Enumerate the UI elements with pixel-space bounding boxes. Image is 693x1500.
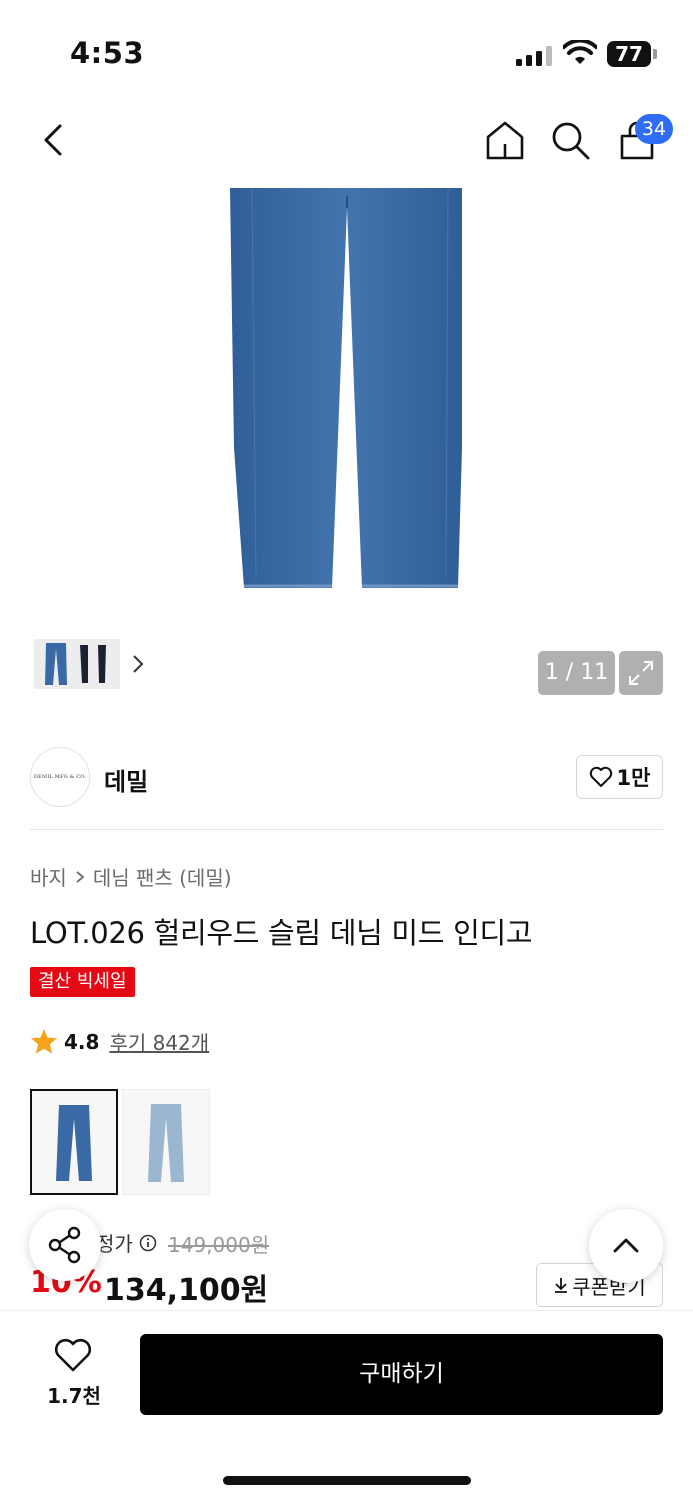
status-time: 4:53 [70, 36, 145, 70]
search-icon[interactable] [548, 118, 592, 162]
image-counter: 1 / 11 [538, 651, 615, 695]
thumbnail-2[interactable] [76, 639, 120, 689]
buy-button[interactable]: 구매하기 [140, 1334, 663, 1415]
gallery-thumbnail-strip[interactable] [30, 633, 152, 695]
heart-outline-icon [54, 1338, 92, 1372]
sale-price: 134,100원 [104, 1273, 269, 1308]
chevron-up-icon [613, 1238, 639, 1253]
brand-like-button[interactable]: 1만 [576, 755, 663, 799]
breadcrumb: 바지 데님 팬츠 (데밀) [30, 862, 232, 891]
breadcrumb-category[interactable]: 바지 [30, 862, 67, 891]
breadcrumb-subcategory[interactable]: 데님 팬츠 (데밀) [93, 862, 232, 891]
original-price: 149,000원 [168, 1233, 270, 1257]
brand-like-count: 1만 [616, 766, 651, 790]
divider [30, 829, 663, 830]
download-icon [555, 1278, 568, 1293]
color-option[interactable] [122, 1089, 210, 1195]
share-icon [48, 1226, 81, 1264]
wishlist-button[interactable] [40, 1338, 106, 1378]
expand-icon[interactable] [619, 651, 663, 695]
share-button[interactable] [29, 1209, 101, 1281]
brand-name[interactable]: 데밀 [104, 762, 148, 797]
status-bar: 4:53 77 [0, 0, 693, 100]
sale-badge: 결산 빅세일 [30, 967, 135, 997]
price-label: 정가 [96, 1228, 157, 1257]
thumbnail-1[interactable] [34, 639, 78, 689]
wishlist-count: 1.7천 [47, 1384, 101, 1408]
cart-count-badge: 34 [635, 114, 673, 144]
battery-tip [653, 49, 657, 59]
review-count-link[interactable]: 후기 842개 [109, 1027, 209, 1056]
chevron-right-icon[interactable] [131, 653, 145, 675]
brand-logo[interactable]: DEMIL MFG & CO. [30, 747, 90, 807]
scroll-to-top-button[interactable] [589, 1209, 663, 1283]
brand-logo-text: DEMIL MFG & CO. [33, 774, 87, 780]
back-arrow-icon[interactable] [34, 118, 74, 162]
heart-outline-icon [589, 766, 612, 787]
cellular-signal-icon [516, 46, 552, 66]
home-icon[interactable] [483, 118, 527, 162]
chevron-right-icon [76, 870, 85, 883]
rating-score: 4.8 [64, 1029, 100, 1054]
product-photo[interactable] [222, 188, 472, 593]
product-title: LOT.026 헐리우드 슬림 데님 미드 인디고 [30, 916, 533, 950]
price-label-text: 정가 [96, 1232, 133, 1256]
wifi-icon [563, 40, 597, 64]
battery-indicator: 77 [607, 41, 651, 67]
star-icon [31, 1029, 57, 1054]
color-option-selected[interactable] [30, 1089, 118, 1195]
home-indicator [223, 1476, 471, 1485]
rating-row[interactable]: 4.8 후기 842개 [30, 1027, 209, 1056]
info-icon[interactable] [139, 1234, 157, 1252]
